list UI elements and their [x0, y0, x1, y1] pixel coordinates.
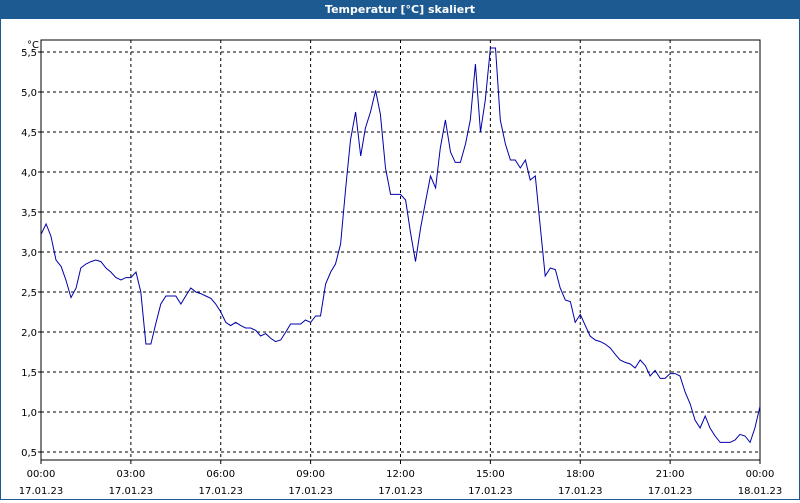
- x-tick-time-label: 00:00: [746, 469, 775, 480]
- x-tick-time-label: 06:00: [206, 469, 235, 480]
- x-tick-time-label: 15:00: [476, 469, 505, 480]
- y-tick-label: 0,5: [21, 448, 37, 459]
- x-tick-date-label: 17.01.23: [468, 486, 513, 497]
- x-tick-date-label: 18.01.23: [738, 486, 783, 497]
- x-tick-time-label: 00:00: [27, 469, 56, 480]
- x-tick-time-label: 03:00: [116, 469, 145, 480]
- x-tick-date-label: 17.01.23: [378, 486, 423, 497]
- temperature-chart: 0,51,01,52,02,53,03,54,04,55,05,5 00:001…: [19, 39, 783, 497]
- window-title: Temperatur [°C] skaliert: [1, 1, 799, 19]
- y-tick-label: 4,0: [21, 168, 37, 179]
- y-tick-label: 3,5: [21, 208, 37, 219]
- x-tick-date-label: 17.01.23: [288, 486, 333, 497]
- x-tick-time-label: 09:00: [296, 469, 325, 480]
- y-tick-label: 5,0: [21, 88, 37, 99]
- y-axis-unit-label: °C: [27, 40, 39, 51]
- x-tick-date-label: 17.01.23: [109, 486, 154, 497]
- x-tick-date-label: 17.01.23: [19, 486, 64, 497]
- x-tick-date-label: 17.01.23: [558, 486, 603, 497]
- x-tick-date-label: 17.01.23: [198, 486, 243, 497]
- x-tick-time-label: 21:00: [656, 469, 685, 480]
- grid-lines: [41, 40, 760, 460]
- y-tick-label: 3,0: [21, 248, 37, 259]
- y-tick-label: 1,5: [21, 368, 37, 379]
- x-tick-time-label: 18:00: [566, 469, 595, 480]
- x-tick-date-label: 17.01.23: [648, 486, 693, 497]
- x-tick-time-label: 12:00: [386, 469, 415, 480]
- y-tick-label: 4,5: [21, 128, 37, 139]
- y-tick-label: 2,5: [21, 288, 37, 299]
- y-tick-label: 1,0: [21, 408, 37, 419]
- y-axis: 0,51,01,52,02,53,03,54,04,55,05,5: [21, 48, 41, 459]
- chart-window: Temperatur [°C] skaliert 0,5 1,0 1,5 2,0 2,5…: [0, 0, 800, 500]
- x-axis: 00:00 17.01.23 03:00 17.01.23 06:00 17.01.23 0…: [19, 460, 783, 497]
- y-tick-label: 2,0: [21, 328, 37, 339]
